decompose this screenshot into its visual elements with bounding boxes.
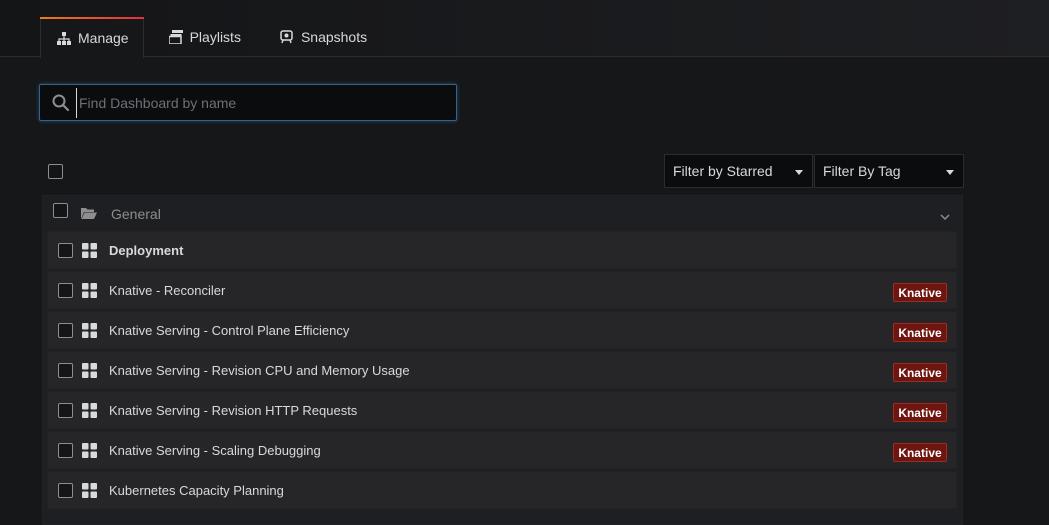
dashboard-search (39, 84, 457, 121)
tab-playlists[interactable]: Playlists (152, 17, 261, 57)
sitemap-icon (56, 30, 72, 46)
dashboard-checkbox[interactable] (58, 483, 73, 498)
dashboard-grid-icon (82, 243, 97, 261)
dashboard-title[interactable]: Kubernetes Capacity Planning (109, 483, 284, 498)
dashboard-row[interactable]: Deployment (47, 231, 957, 269)
dashboard-title[interactable]: Knative Serving - Scaling Debugging (109, 443, 321, 458)
filter-by-tag-label: Filter By Tag (823, 163, 901, 179)
dashboard-row[interactable]: Kubernetes Capacity Planning (47, 471, 957, 509)
dashboard-row[interactable]: Knative - Reconciler Knative (47, 271, 957, 309)
dashboard-checkbox[interactable] (58, 363, 73, 378)
folder-checkbox[interactable] (53, 203, 68, 218)
tab-bar: Manage Playlists Snapshots (40, 17, 383, 58)
dashboard-checkbox[interactable] (58, 403, 73, 418)
tag-badge[interactable]: Knative (893, 283, 947, 302)
tab-manage[interactable]: Manage (40, 17, 144, 58)
caret-down-icon (946, 170, 954, 175)
folder-section-general: General Deployment Knative - Reconciler … (42, 195, 963, 525)
folder-title: General (111, 206, 161, 222)
dashboard-row[interactable]: Knative Serving - Revision HTTP Requests… (47, 391, 957, 429)
filter-by-starred-select[interactable]: Filter by Starred (664, 154, 813, 188)
tab-snapshots-label: Snapshots (300, 29, 368, 45)
dashboard-title[interactable]: Knative - Reconciler (109, 283, 225, 298)
dashboard-title[interactable]: Knative Serving - Revision CPU and Memor… (109, 363, 410, 378)
folder-header[interactable]: General (43, 196, 962, 232)
dashboard-grid-icon (82, 323, 97, 341)
tab-manage-label: Manage (78, 30, 129, 46)
dashboard-grid-icon (82, 363, 97, 381)
dashboard-grid-icon (82, 443, 97, 461)
dashboard-grid-icon (82, 403, 97, 421)
chevron-down-icon[interactable] (940, 208, 950, 224)
tag-badge[interactable]: Knative (893, 443, 947, 462)
tab-snapshots[interactable]: Snapshots (261, 17, 383, 57)
dashboard-row[interactable]: Knative Serving - Control Plane Efficien… (47, 311, 957, 349)
dashboard-row[interactable]: Knative Serving - Scaling Debugging Knat… (47, 431, 957, 469)
dashboard-title[interactable]: Knative Serving - Revision HTTP Requests (109, 403, 357, 418)
dashboard-checkbox[interactable] (58, 283, 73, 298)
dashboard-grid-icon (82, 483, 97, 501)
caret-down-icon (795, 170, 803, 175)
search-input[interactable] (76, 87, 456, 118)
dashboard-grid-icon (82, 283, 97, 301)
playlist-icon (168, 29, 184, 45)
select-all-checkbox[interactable] (48, 164, 63, 179)
dashboard-checkbox[interactable] (58, 243, 73, 258)
snapshot-icon (279, 29, 295, 45)
dashboard-checkbox[interactable] (58, 323, 73, 338)
tag-badge[interactable]: Knative (893, 403, 947, 422)
top-navigation: Manage Playlists Snapshots (0, 0, 1049, 58)
dashboard-checkbox[interactable] (58, 443, 73, 458)
filter-by-starred-label: Filter by Starred (673, 163, 773, 179)
dashboard-title[interactable]: Deployment (109, 243, 183, 258)
folder-open-icon (81, 207, 97, 223)
dashboard-title[interactable]: Knative Serving - Control Plane Efficien… (109, 323, 349, 338)
dashboard-row[interactable]: Knative Serving - Revision CPU and Memor… (47, 351, 957, 389)
tag-badge[interactable]: Knative (893, 323, 947, 342)
search-icon (40, 84, 76, 121)
tab-playlists-label: Playlists (189, 29, 241, 45)
filter-by-tag-select[interactable]: Filter By Tag (814, 154, 964, 188)
tag-badge[interactable]: Knative (893, 363, 947, 382)
